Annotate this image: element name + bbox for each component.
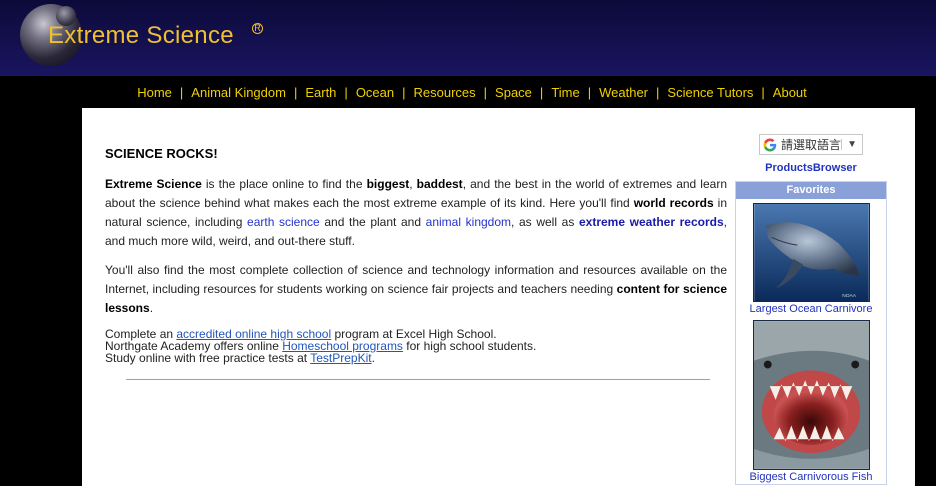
intro-text-6: , as well as bbox=[511, 215, 579, 229]
page-heading: SCIENCE ROCKS! bbox=[105, 146, 218, 161]
promo-text: for high school students. bbox=[402, 339, 537, 353]
promo-links: Complete an accredited online high schoo… bbox=[105, 328, 727, 364]
sidebar: 請選取語言 ▼ ProductsBrowser Favorites NOAA L… bbox=[735, 134, 887, 485]
language-select-label: 請選取語言 bbox=[781, 138, 842, 152]
site-logo[interactable]: Extreme Science bbox=[48, 22, 234, 50]
intro-paragraph: Extreme Science is the place online to f… bbox=[105, 175, 727, 251]
shark-image[interactable] bbox=[752, 320, 870, 470]
nav-earth[interactable]: Earth bbox=[297, 85, 344, 100]
nav-space[interactable]: Space bbox=[487, 85, 540, 100]
chevron-down-icon: ▼ bbox=[841, 139, 862, 150]
favorite-item-ocean-carnivore[interactable]: NOAA Largest Ocean Carnivore bbox=[736, 199, 886, 316]
content-divider bbox=[126, 379, 710, 380]
brand-name: Extreme Science bbox=[105, 177, 202, 191]
nav-home[interactable]: Home bbox=[129, 85, 180, 100]
nav-time[interactable]: Time bbox=[543, 85, 587, 100]
intro-text-2: , bbox=[409, 177, 417, 191]
registered-mark-icon: R bbox=[252, 23, 263, 34]
nav-about[interactable]: About bbox=[765, 85, 815, 100]
products-browser-link[interactable]: ProductsBrowser bbox=[735, 162, 887, 174]
promo-line-testprepkit: Study online with free practice tests at… bbox=[105, 352, 727, 364]
nav-links: Home | Animal Kingdom | Earth | Ocean | Resource… bbox=[129, 85, 815, 100]
nav-weather[interactable]: Weather bbox=[591, 85, 656, 100]
nav-ocean[interactable]: Ocean bbox=[348, 85, 402, 100]
emphasis-baddest: baddest bbox=[416, 177, 463, 191]
promo-text: . bbox=[371, 351, 375, 365]
intro-text-1: is the place online to find the bbox=[201, 177, 367, 191]
resources-paragraph: You'll also find the most complete colle… bbox=[105, 261, 727, 318]
main-navigation: Home | Animal Kingdom | Earth | Ocean | Resource… bbox=[0, 76, 936, 108]
favorite-label[interactable]: Biggest Carnivorous Fish bbox=[736, 471, 886, 484]
nav-resources[interactable]: Resources bbox=[406, 85, 484, 100]
emphasis-biggest: biggest bbox=[366, 177, 410, 191]
nav-science-tutors[interactable]: Science Tutors bbox=[659, 85, 761, 100]
link-extreme-weather-records[interactable]: extreme weather records bbox=[579, 215, 724, 229]
language-select[interactable]: 請選取語言 ▼ bbox=[759, 134, 863, 155]
intro-text-5: and the plant and bbox=[319, 215, 426, 229]
favorite-label[interactable]: Largest Ocean Carnivore bbox=[736, 303, 886, 316]
emphasis-world-records: world records bbox=[633, 196, 714, 210]
site-header: Extreme Science R bbox=[0, 0, 936, 76]
google-g-icon bbox=[763, 138, 777, 151]
favorite-item-carnivorous-fish[interactable]: Biggest Carnivorous Fish bbox=[736, 316, 886, 484]
promo-text: Study online with free practice tests at bbox=[105, 351, 311, 365]
link-testprepkit[interactable]: TestPrepKit bbox=[310, 351, 371, 365]
favorites-box: Favorites NOAA Largest Ocean Carnivore B… bbox=[735, 181, 887, 485]
whale-image[interactable]: NOAA bbox=[752, 203, 870, 302]
main-content-area: SCIENCE ROCKS! Extreme Science is the pl… bbox=[82, 108, 915, 486]
nav-animal-kingdom[interactable]: Animal Kingdom bbox=[183, 85, 294, 100]
link-animal-kingdom[interactable]: animal kingdom bbox=[426, 215, 511, 229]
content-column: SCIENCE ROCKS! Extreme Science is the pl… bbox=[105, 146, 727, 364]
resources-text-2: . bbox=[149, 301, 154, 315]
image-credit: NOAA bbox=[842, 293, 857, 299]
link-earth-science[interactable]: earth science bbox=[247, 215, 320, 229]
favorites-title: Favorites bbox=[736, 182, 886, 199]
